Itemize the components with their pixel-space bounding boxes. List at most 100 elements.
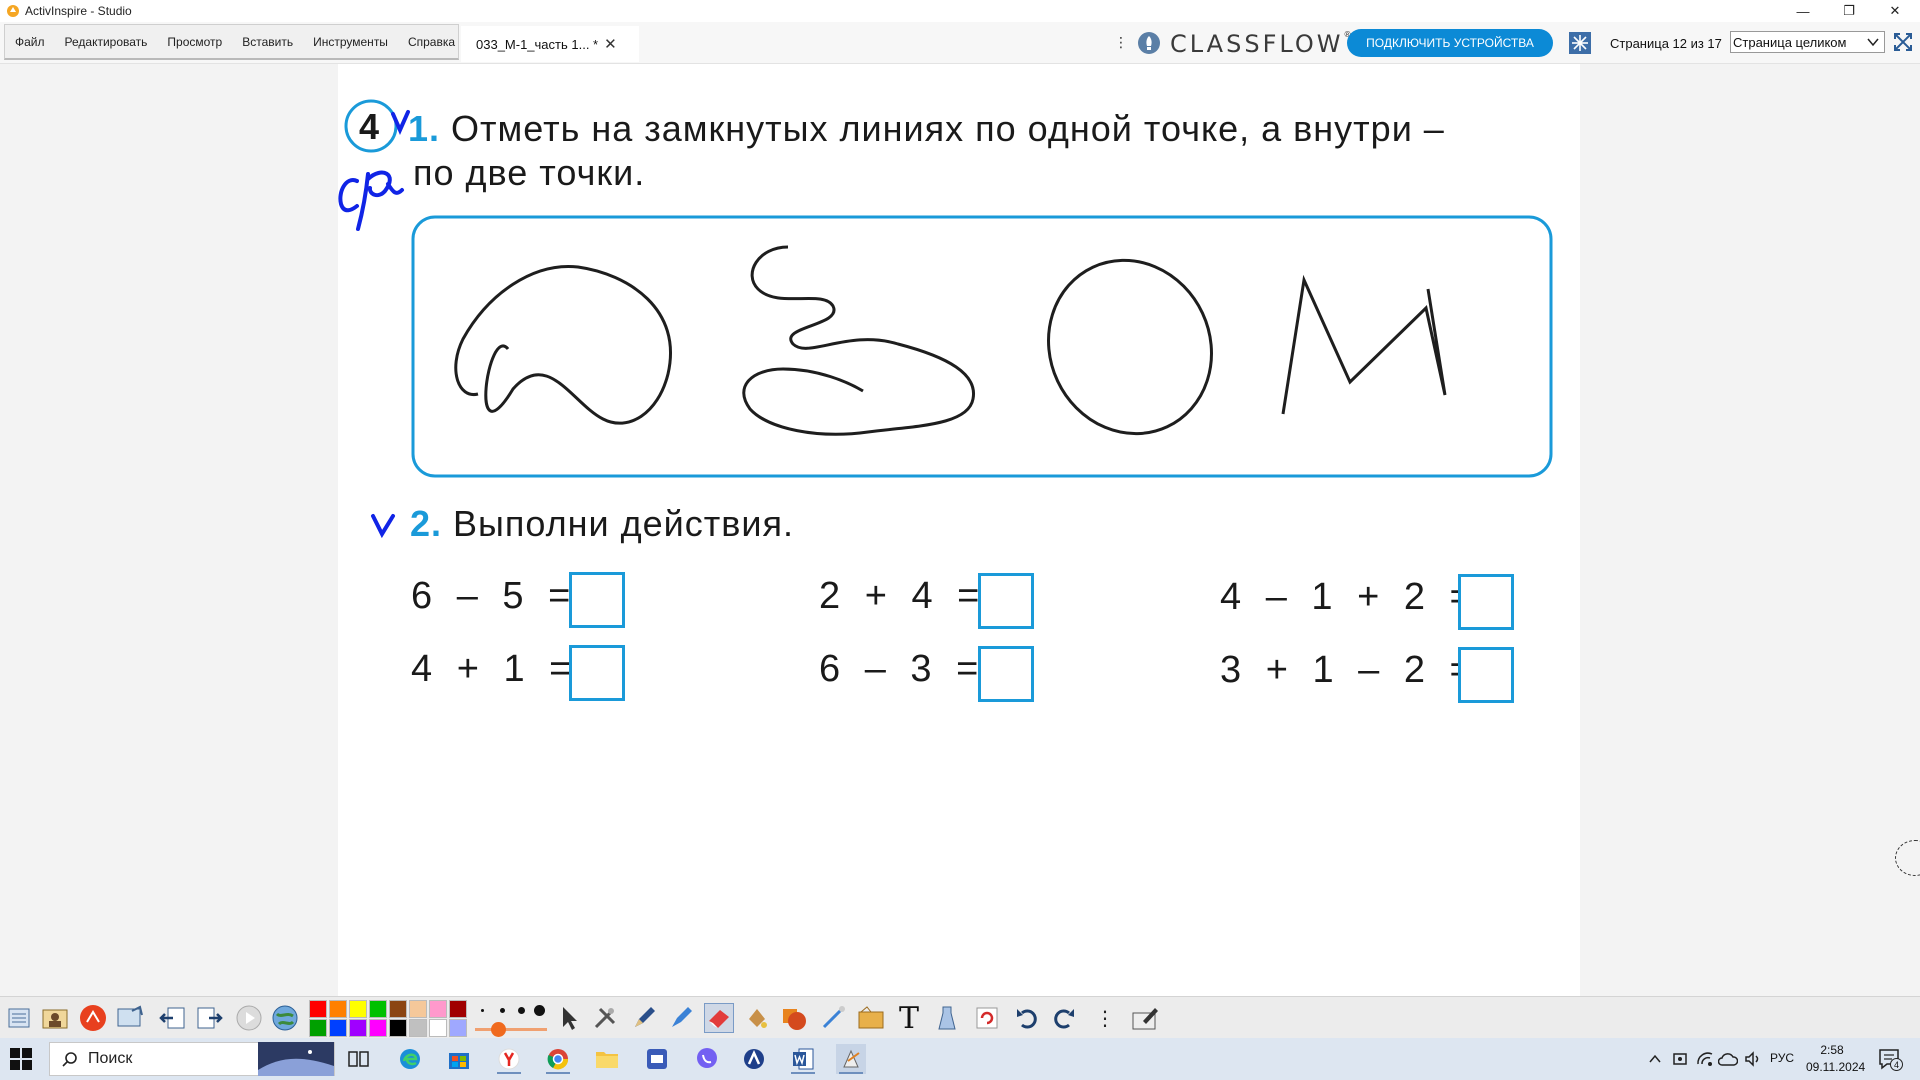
answer-box-4[interactable]: [978, 646, 1034, 702]
viber-icon[interactable]: [692, 1044, 722, 1074]
color-swatch-peach[interactable]: [409, 1000, 427, 1018]
color-swatch-blue[interactable]: [329, 1019, 347, 1037]
color-swatch-lavender[interactable]: [449, 1019, 467, 1037]
answer-box-1[interactable]: [569, 572, 625, 628]
dual-user-icon[interactable]: [78, 1003, 108, 1033]
play-icon[interactable]: [234, 1003, 264, 1033]
zoom-dropdown[interactable]: Страница целиком: [1730, 31, 1885, 53]
fill-tool-icon[interactable]: [742, 1003, 772, 1033]
color-swatch-red[interactable]: [309, 1000, 327, 1018]
word-icon[interactable]: [788, 1044, 818, 1074]
more-options-icon[interactable]: ⋮: [1114, 34, 1128, 51]
windows-taskbar: Поиск РУС 2:58 09.11.2024 4: [0, 1038, 1920, 1080]
task1-number: 1.: [408, 108, 441, 149]
answer-box-6[interactable]: [1458, 647, 1514, 703]
answer-box-3[interactable]: [978, 573, 1034, 629]
color-swatch-black[interactable]: [389, 1019, 407, 1037]
task-view-icon[interactable]: [344, 1044, 374, 1074]
yandex-browser-icon[interactable]: [494, 1044, 524, 1074]
freeze-icon[interactable]: [1568, 31, 1592, 55]
magic-ink-icon[interactable]: [932, 1003, 962, 1033]
pen-tool-icon[interactable]: [629, 1003, 659, 1033]
highlighter-tool-icon[interactable]: [666, 1003, 696, 1033]
connect-devices-button[interactable]: ПОДКЛЮЧИТЬ УСТРОЙСТВА: [1347, 29, 1553, 57]
color-swatch-dark-green[interactable]: [309, 1019, 327, 1037]
menu-file[interactable]: Файл: [5, 35, 55, 49]
pen-width-3[interactable]: [518, 1007, 525, 1014]
toolbar-more-icon[interactable]: ⋮: [1090, 1003, 1120, 1033]
shape-tool-icon[interactable]: [780, 1003, 810, 1033]
meet-now-icon[interactable]: [1672, 1050, 1688, 1068]
pen-width-2[interactable]: [500, 1008, 505, 1013]
tools-icon[interactable]: [590, 1003, 620, 1033]
toolbox-settings-icon[interactable]: [1130, 1003, 1160, 1033]
menu-help[interactable]: Справка: [398, 35, 465, 49]
system-clock[interactable]: 2:58 09.11.2024: [1806, 1042, 1865, 1076]
task1-text-line1: Отметь на замкнутых линиях по одной точк…: [451, 108, 1445, 149]
menu-bar: Файл Редактировать Просмотр Вставить Инс…: [0, 22, 1920, 64]
color-swatch-green[interactable]: [369, 1000, 387, 1018]
file-explorer-icon[interactable]: [592, 1044, 622, 1074]
color-swatch-purple[interactable]: [349, 1019, 367, 1037]
reset-page-icon[interactable]: [972, 1003, 1002, 1033]
color-swatch-dark-red[interactable]: [449, 1000, 467, 1018]
user-profile-icon[interactable]: [40, 1003, 70, 1033]
show-hidden-icons-chevron-up-icon[interactable]: [1648, 1052, 1662, 1066]
select-tool-icon[interactable]: [554, 1003, 584, 1033]
activinspire-toolbar: T ⋮: [0, 996, 1920, 1038]
redo-icon[interactable]: [1049, 1003, 1079, 1033]
windows-start-icon[interactable]: [10, 1048, 32, 1070]
color-swatch-white[interactable]: [429, 1019, 447, 1037]
color-swatch-orange[interactable]: [329, 1000, 347, 1018]
color-swatch-brown[interactable]: [389, 1000, 407, 1018]
notifications-icon[interactable]: 4: [1878, 1047, 1903, 1071]
fullscreen-icon[interactable]: [1893, 32, 1913, 52]
document-tab[interactable]: 033_М-1_часть 1... * ✕: [461, 26, 639, 62]
onedrive-cloud-icon[interactable]: [1718, 1051, 1738, 1067]
input-language-indicator[interactable]: РУС: [1770, 1051, 1794, 1065]
answer-box-2[interactable]: [569, 645, 625, 701]
color-swatch-magenta[interactable]: [369, 1019, 387, 1037]
clipart-tool-icon[interactable]: [856, 1003, 886, 1033]
menu-edit[interactable]: Редактировать: [55, 35, 158, 49]
pen-width-4[interactable]: [534, 1005, 545, 1016]
classflow-rocket-icon[interactable]: [1137, 31, 1161, 55]
close-window-button[interactable]: ✕: [1872, 0, 1918, 22]
connector-tool-icon[interactable]: [818, 1003, 848, 1033]
page-edge-handle[interactable]: [1895, 840, 1920, 876]
pen-width-1[interactable]: [481, 1009, 484, 1012]
chrome-icon[interactable]: [543, 1044, 573, 1074]
previous-page-icon[interactable]: [158, 1003, 188, 1033]
next-page-icon[interactable]: [194, 1003, 224, 1033]
minimize-button[interactable]: —: [1780, 0, 1826, 22]
color-swatch-yellow[interactable]: [349, 1000, 367, 1018]
undo-icon[interactable]: [1012, 1003, 1042, 1033]
pen-width-slider-track[interactable]: [475, 1028, 547, 1031]
zoom-dropdown-value: Страница целиком: [1733, 34, 1847, 50]
edge-browser-icon[interactable]: [395, 1044, 425, 1074]
answer-box-5[interactable]: [1458, 574, 1514, 630]
network-wifi-icon[interactable]: [1696, 1050, 1714, 1068]
text-tool-icon[interactable]: T: [894, 1001, 924, 1036]
taskbar-search-box[interactable]: Поиск: [49, 1042, 335, 1076]
eraser-tool-icon[interactable]: [704, 1003, 734, 1033]
activinspire-taskbar-icon[interactable]: [739, 1044, 769, 1074]
volume-icon[interactable]: [1744, 1050, 1762, 1068]
restore-button[interactable]: ❐: [1826, 0, 1872, 22]
globe-icon[interactable]: [270, 1003, 300, 1033]
flipchart-page[interactable]: 4 1. Отметь на замкнутых линиях по одной…: [338, 64, 1580, 996]
activinspire-viewer-icon[interactable]: [642, 1044, 672, 1074]
activinspire-studio-taskbar-icon[interactable]: [836, 1044, 866, 1074]
color-swatch-gray[interactable]: [409, 1019, 427, 1037]
color-swatch-pink[interactable]: [429, 1000, 447, 1018]
resource-library-icon[interactable]: [115, 1003, 145, 1033]
task1-line1: 1. Отметь на замкнутых линиях по одной т…: [408, 108, 1445, 150]
close-tab-icon[interactable]: ✕: [604, 35, 617, 53]
pen-width-slider-handle[interactable]: [491, 1022, 506, 1037]
browser-icon[interactable]: [4, 1003, 34, 1033]
activinspire-app-icon: [7, 5, 19, 17]
microsoft-store-icon[interactable]: [444, 1044, 474, 1074]
menu-tools[interactable]: Инструменты: [303, 35, 398, 49]
menu-view[interactable]: Просмотр: [157, 35, 232, 49]
menu-insert[interactable]: Вставить: [232, 35, 303, 49]
